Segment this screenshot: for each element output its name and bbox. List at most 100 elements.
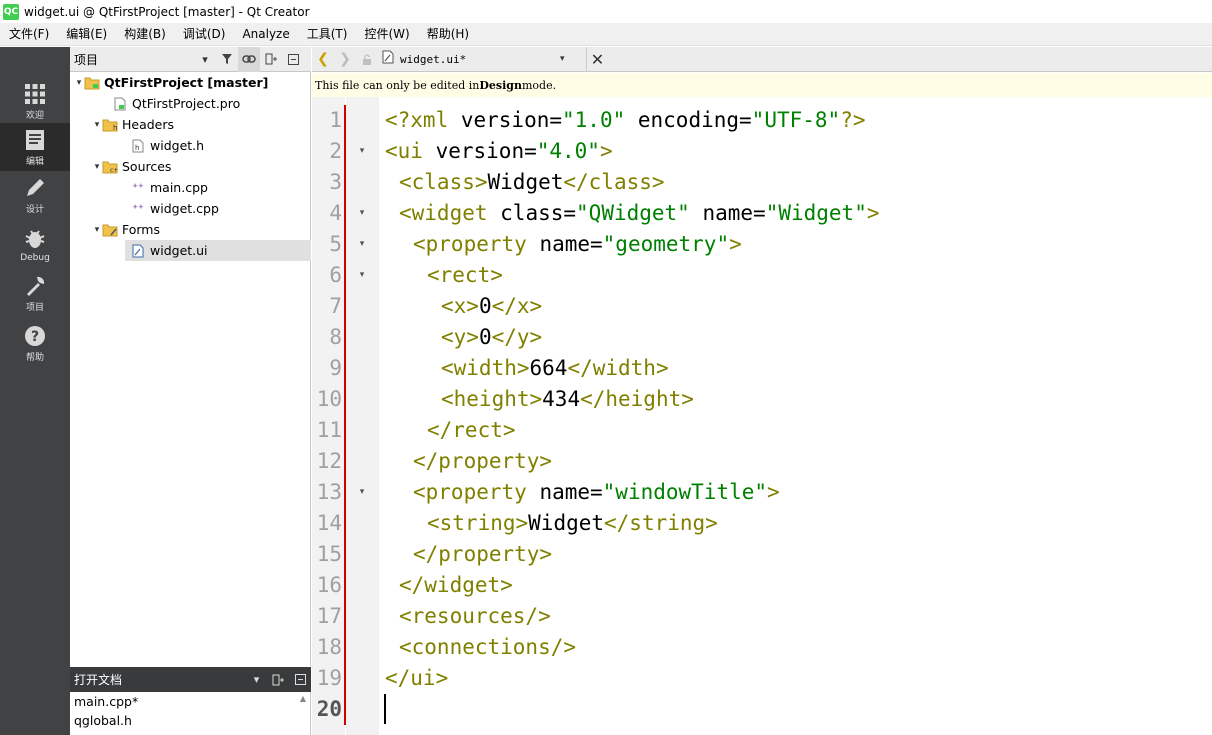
- tree-item-label: QtFirstProject [master]: [104, 75, 269, 90]
- menu-file[interactable]: 文件(F): [0, 23, 57, 46]
- menu-edit[interactable]: 编辑(E): [57, 23, 115, 46]
- line-number: 5: [329, 232, 342, 256]
- text: Widget: [487, 170, 564, 194]
- code-line-9: <width>664</width>: [441, 353, 669, 384]
- info-text-mode: Design: [479, 78, 522, 92]
- collapse-arrow-icon[interactable]: ▾: [92, 120, 102, 130]
- mode-design[interactable]: 设计: [0, 171, 70, 219]
- menu-debug[interactable]: 调试(D): [174, 23, 234, 46]
- tree-item-pro-file[interactable]: QtFirstProject.pro: [70, 93, 311, 114]
- line-number: 12: [316, 449, 342, 473]
- tree-item-label: widget.h: [150, 138, 205, 153]
- tag: >: [767, 480, 780, 504]
- menu-analyze[interactable]: Analyze: [233, 23, 297, 46]
- current-line-number: 20: [316, 697, 342, 721]
- line-number: 8: [329, 325, 342, 349]
- menu-controls[interactable]: 控件(W): [355, 23, 417, 46]
- tree-item-label: QtFirstProject.pro: [132, 96, 241, 111]
- project-folder-icon: [84, 76, 100, 90]
- bug-icon: [25, 230, 45, 248]
- close-document-button[interactable]: ✕: [586, 46, 608, 72]
- wrench-icon: [27, 276, 45, 296]
- tree-item-main-cpp[interactable]: ⁺⁺ main.cpp: [70, 177, 311, 198]
- tree-item-label: widget.cpp: [150, 201, 219, 216]
- tree-item-project[interactable]: ▾ QtFirstProject [master]: [70, 72, 311, 93]
- line-number: 7: [329, 294, 342, 318]
- scrollbar[interactable]: ▲: [298, 694, 308, 735]
- tag: <class>: [399, 170, 488, 194]
- split-icon[interactable]: [260, 47, 282, 72]
- tag: </property>: [413, 449, 553, 473]
- open-document-item[interactable]: qglobal.h: [70, 711, 310, 730]
- tree-item-widget-ui[interactable]: widget.ui: [125, 240, 311, 261]
- text: 0: [478, 325, 492, 349]
- attr: encoding=: [625, 108, 752, 132]
- tag: <y>: [441, 325, 479, 349]
- mode-label: Debug: [20, 253, 50, 263]
- fold-arrow-icon[interactable]: ▾: [356, 198, 368, 229]
- split-icon[interactable]: [267, 667, 289, 692]
- projects-panel-title: 项目: [74, 52, 99, 67]
- tree-item-headers-folder[interactable]: ▾ h Headers: [70, 114, 311, 135]
- attr-value: "QWidget": [576, 201, 690, 225]
- projects-panel-header: 项目 ▾: [70, 46, 311, 72]
- close-panel-icon[interactable]: [282, 47, 304, 72]
- back-arrow-icon[interactable]: ❮: [312, 47, 334, 72]
- view-dropdown-icon[interactable]: ▾: [194, 47, 216, 72]
- tree-item-widget-h[interactable]: h widget.h: [70, 135, 311, 156]
- attr-value: "UTF-8": [751, 108, 841, 132]
- tree-item-label: main.cpp: [150, 180, 208, 195]
- code-line-1: <?xml version="1.0" encoding="UTF-8"?>: [385, 105, 865, 136]
- svg-text:c+: c+: [110, 167, 118, 174]
- menu-build[interactable]: 构建(B): [115, 23, 174, 46]
- chevron-down-icon[interactable]: ▾: [560, 54, 565, 64]
- tree-item-forms-folder[interactable]: ▾ Forms: [70, 219, 311, 240]
- view-dropdown-icon[interactable]: ▾: [246, 667, 268, 692]
- code-line-7: <x>0</x>: [441, 291, 542, 322]
- help-icon: ?: [25, 325, 45, 346]
- source-folder-icon: c+: [102, 160, 118, 174]
- text: 434: [542, 387, 581, 411]
- menu-help[interactable]: 帮助(H): [418, 23, 477, 46]
- line-number: 10: [316, 387, 342, 411]
- fold-arrow-icon[interactable]: ▾: [356, 136, 368, 167]
- tag: </ui>: [385, 666, 449, 690]
- tree-item-label: widget.ui: [150, 243, 208, 258]
- fold-arrow-icon[interactable]: ▾: [356, 260, 368, 291]
- tag: </string>: [604, 511, 718, 535]
- mode-welcome[interactable]: 欢迎: [0, 77, 70, 125]
- collapse-arrow-icon[interactable]: ▾: [92, 162, 102, 172]
- lock-icon: [356, 47, 378, 72]
- open-file-combobox[interactable]: widget.ui* ▾: [382, 49, 582, 70]
- filter-icon[interactable]: [216, 47, 238, 72]
- open-documents-title: 打开文档: [74, 673, 123, 687]
- mode-edit[interactable]: 编辑: [0, 123, 70, 171]
- forward-arrow-icon[interactable]: ❯: [334, 47, 356, 72]
- collapse-arrow-icon[interactable]: ▾: [74, 78, 84, 88]
- window-title: widget.ui @ QtFirstProject [master] - Qt…: [24, 4, 310, 19]
- code-line-15: </property>: [413, 539, 552, 570]
- open-document-item[interactable]: main.cpp*: [70, 692, 310, 711]
- mode-help[interactable]: ? 帮助: [0, 319, 70, 367]
- tree-item-widget-cpp[interactable]: ⁺⁺ widget.cpp: [70, 198, 311, 219]
- edit-document-icon: [26, 129, 44, 150]
- code-line-11: </rect>: [427, 415, 516, 446]
- pencil-icon: [27, 178, 44, 196]
- header-folder-icon: h: [102, 118, 118, 132]
- tag: <height>: [441, 387, 543, 411]
- tag: </widget>: [399, 573, 513, 597]
- link-icon[interactable]: [238, 46, 260, 72]
- attr: version=: [448, 108, 563, 132]
- close-panel-icon[interactable]: [289, 667, 311, 692]
- fold-arrow-icon[interactable]: ▾: [356, 477, 368, 508]
- attr: name=: [526, 480, 603, 504]
- tree-item-sources-folder[interactable]: ▾ c+ Sources: [70, 156, 311, 177]
- menu-tools[interactable]: 工具(T): [298, 23, 356, 46]
- collapse-arrow-icon[interactable]: ▾: [92, 225, 102, 235]
- current-file-name: widget.ui*: [400, 52, 467, 66]
- mode-debug[interactable]: Debug: [0, 221, 70, 269]
- fold-arrow-icon[interactable]: ▾: [356, 229, 368, 260]
- mode-projects[interactable]: 项目: [0, 269, 70, 317]
- line-number: 9: [329, 356, 342, 380]
- mode-label: 欢迎: [25, 110, 44, 121]
